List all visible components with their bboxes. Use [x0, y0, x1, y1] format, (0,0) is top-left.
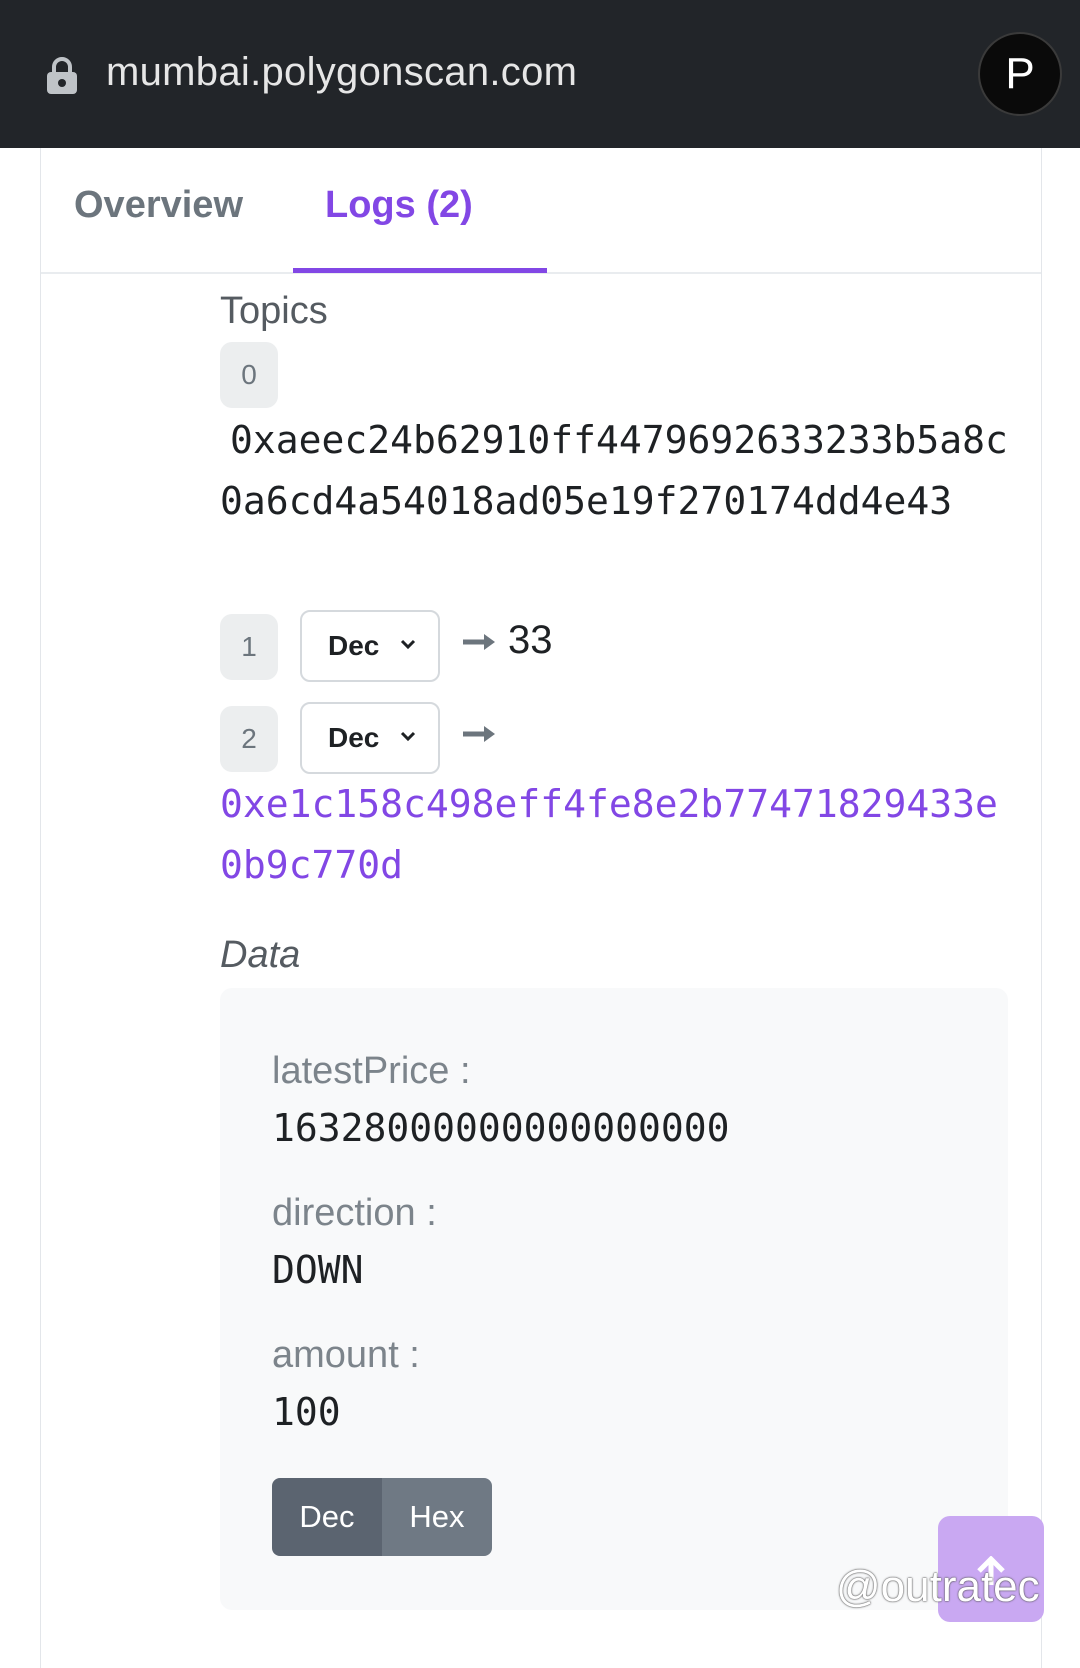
arrow-right-icon [463, 634, 495, 650]
field-value-amount: 100 [272, 1390, 341, 1434]
format-select-label: Dec [328, 630, 380, 661]
field-name-amount: amount : [272, 1334, 420, 1376]
url-text[interactable]: mumbai.polygonscan.com [106, 50, 577, 95]
topic-2-format-select[interactable]: Dec [300, 702, 440, 774]
tab-overview[interactable]: Overview [74, 184, 243, 227]
decoded-data-panel: latestPrice : 16328000000000000000 direc… [220, 988, 1008, 1610]
avatar[interactable]: P [978, 32, 1062, 116]
field-value-latest-price: 16328000000000000000 [272, 1106, 730, 1150]
dec-button[interactable]: Dec [272, 1478, 382, 1556]
topic-0-value: 0xaeec24b62910ff4479692633233b5a8c0a6cd4… [220, 418, 1008, 523]
tab-logs[interactable]: Logs (2) [325, 184, 473, 227]
dec-hex-toggle: Dec Hex [272, 1478, 492, 1556]
tab-bar: Overview Logs (2) [41, 148, 1041, 274]
chevron-down-icon [400, 731, 416, 742]
arrow-right-icon [463, 726, 495, 742]
lock-icon [47, 57, 77, 94]
topic-2-address-link[interactable]: 0xe1c158c498eff4fe8e2b77471829433e0b9c77… [220, 774, 1010, 896]
data-heading: Data [220, 934, 301, 976]
topics-heading: Topics [220, 290, 328, 332]
field-name-latest-price: latestPrice : [272, 1050, 471, 1092]
topic-index-badge: 1 [220, 614, 278, 680]
hex-button[interactable]: Hex [382, 1478, 492, 1556]
browser-address-bar: mumbai.polygonscan.com P [0, 0, 1080, 148]
chevron-down-icon [400, 639, 416, 650]
watermark-text: @outratec [836, 1562, 1040, 1611]
field-value-direction: DOWN [272, 1248, 364, 1292]
active-tab-indicator [293, 268, 547, 273]
topic-index-badge: 2 [220, 706, 278, 772]
topic-1-format-select[interactable]: Dec [300, 610, 440, 682]
topic-index-badge: 0 [220, 342, 278, 408]
format-select-label: Dec [328, 722, 380, 753]
field-name-direction: direction : [272, 1192, 437, 1234]
topic-1-decoded-value: 33 [508, 618, 553, 662]
